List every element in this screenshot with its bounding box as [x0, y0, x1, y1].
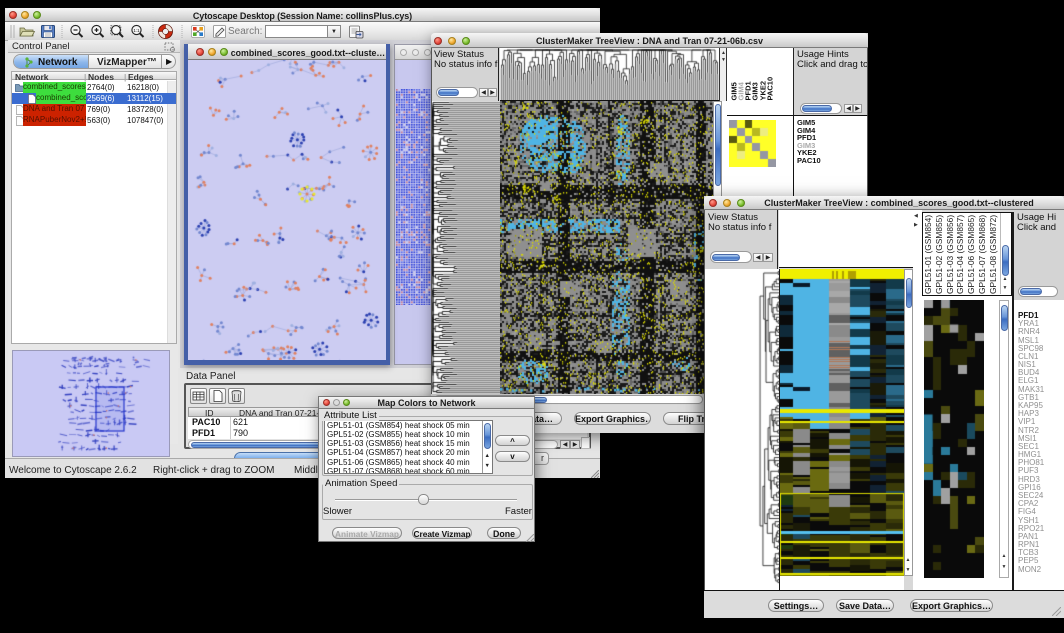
svg-text:1:1: 1:1: [133, 28, 140, 33]
